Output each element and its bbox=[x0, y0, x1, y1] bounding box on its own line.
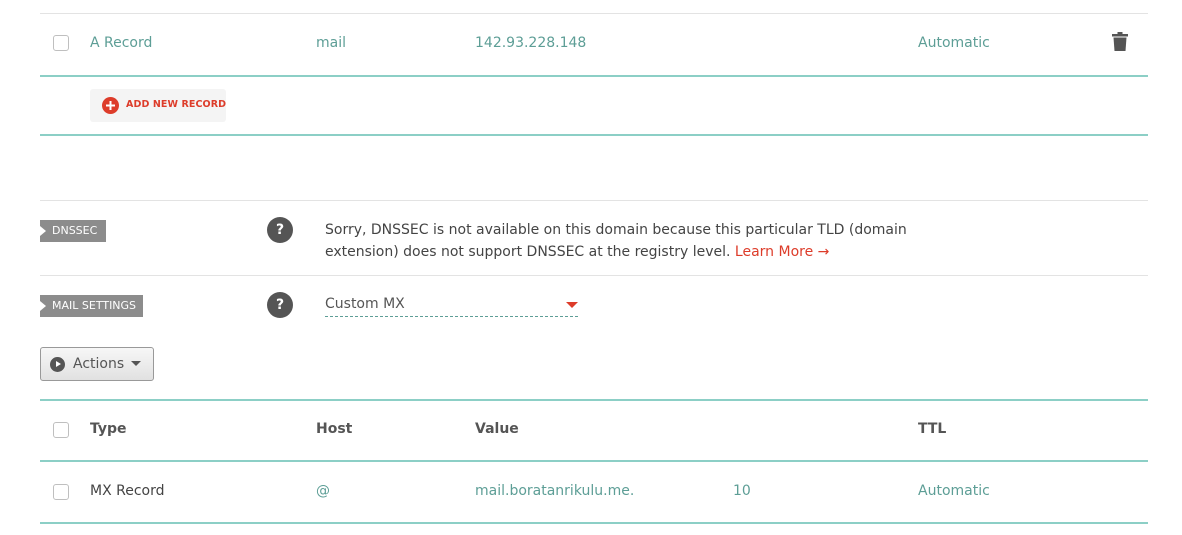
play-circle-icon bbox=[50, 357, 65, 372]
add-record-bottom-border bbox=[40, 134, 1148, 136]
plus-circle-icon bbox=[102, 97, 119, 114]
dnssec-tag: DNSSEC bbox=[40, 220, 106, 242]
mx-record-priority: 10 bbox=[733, 483, 751, 499]
trash-icon[interactable] bbox=[1112, 32, 1128, 55]
col-header-ttl: TTL bbox=[918, 421, 947, 437]
add-new-record-label: ADD NEW RECORD bbox=[126, 99, 227, 110]
a-record-value: 142.93.228.148 bbox=[475, 35, 587, 51]
mx-record-host: @ bbox=[316, 483, 330, 499]
dnssec-message: Sorry, DNSSEC is not available on this d… bbox=[325, 219, 965, 263]
a-record-checkbox[interactable] bbox=[53, 35, 69, 51]
col-header-value: Value bbox=[475, 421, 519, 437]
mx-record-type: MX Record bbox=[90, 483, 165, 499]
mx-record-value: mail.boratanrikulu.me. bbox=[475, 483, 635, 499]
mail-settings-selected: Custom MX bbox=[325, 296, 405, 312]
a-record-host: mail bbox=[316, 35, 346, 51]
dnssec-bottom-divider bbox=[40, 275, 1148, 276]
add-new-record-button[interactable]: ADD NEW RECORD bbox=[90, 89, 226, 122]
a-record-type: A Record bbox=[90, 35, 153, 51]
caret-down-icon bbox=[131, 361, 141, 366]
mx-row-bottom-border bbox=[40, 522, 1148, 524]
a-record-ttl: Automatic bbox=[918, 35, 990, 51]
learn-more-link[interactable]: Learn More → bbox=[735, 244, 829, 260]
select-all-checkbox[interactable] bbox=[53, 422, 69, 438]
mail-settings-select[interactable]: Custom MX bbox=[325, 294, 578, 317]
dnssec-help-icon[interactable]: ? bbox=[267, 217, 293, 243]
caret-down-icon bbox=[566, 302, 578, 308]
mx-record-checkbox[interactable] bbox=[53, 484, 69, 500]
actions-button[interactable]: Actions bbox=[40, 347, 154, 381]
col-header-host: Host bbox=[316, 421, 353, 437]
mx-record-ttl: Automatic bbox=[918, 483, 990, 499]
col-header-type: Type bbox=[90, 421, 127, 437]
mail-settings-help-icon[interactable]: ? bbox=[267, 292, 293, 318]
mx-table-top-border bbox=[40, 399, 1148, 401]
mail-settings-tag: MAIL SETTINGS bbox=[40, 295, 143, 317]
a-record-bottom-border bbox=[40, 75, 1148, 77]
actions-label: Actions bbox=[73, 356, 125, 372]
dnssec-top-divider bbox=[40, 200, 1148, 201]
